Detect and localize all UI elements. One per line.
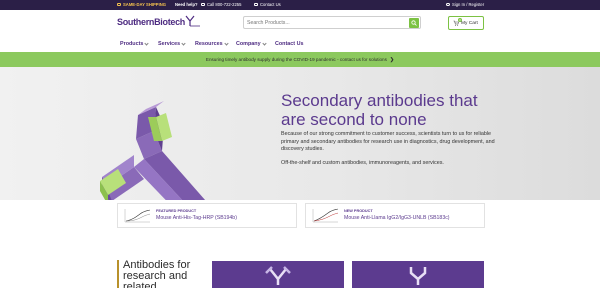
cart-count-badge: 0: [458, 18, 462, 22]
nav-products-label: Products: [120, 41, 144, 47]
section-title: Antibodies for research and related: [117, 260, 202, 288]
chevron-down-icon: [181, 40, 186, 46]
main-nav: Products Services Resources Company Cont…: [0, 38, 600, 52]
truck-icon: [117, 2, 121, 7]
phone-icon: [201, 2, 205, 7]
need-help-label: Need help?: [175, 2, 198, 7]
signin-label: Sign In / Register: [452, 2, 485, 7]
product-name: Mouse Anti-His-Tag-HRP (SB194b): [156, 215, 237, 221]
chevron-down-icon: [144, 40, 149, 46]
cart-label: My Cart: [461, 20, 478, 26]
category-tile[interactable]: [352, 261, 484, 288]
covid-banner[interactable]: Ensuring timely antibody supply during t…: [0, 52, 600, 67]
nav-contact-label: Contact Us: [275, 41, 304, 47]
hero-subtext: Off-the-shelf and custom antibodies, imm…: [281, 160, 444, 166]
antibody-illustration: [100, 101, 206, 200]
top-contact-link[interactable]: Contact Us: [254, 2, 281, 7]
banner-text: Ensuring timely antibody supply during t…: [205, 57, 387, 62]
search-icon: [411, 20, 417, 26]
antibody-icon: [409, 267, 427, 285]
category-tile[interactable]: [212, 261, 344, 288]
hero-title: Secondary antibodies that are second to …: [281, 91, 478, 129]
search-button[interactable]: [409, 18, 419, 28]
mail-icon: [254, 2, 258, 7]
logo[interactable]: SouthernBiotech: [117, 17, 185, 27]
cart-button[interactable]: 0 My Cart: [448, 16, 484, 30]
hero-body: Because of our strong commitment to cust…: [281, 131, 495, 153]
featured-product-card[interactable]: FEATURED PRODUCT Mouse Anti-His-Tag-HRP …: [117, 203, 297, 228]
nav-services-label: Services: [158, 41, 181, 47]
chevron-right-icon: ❯: [389, 56, 395, 63]
search-input[interactable]: [247, 18, 407, 28]
product-chart-thumbnail: [122, 207, 152, 225]
signin-link[interactable]: Sign In / Register: [446, 2, 484, 7]
nav-contact[interactable]: Contact Us: [275, 41, 303, 47]
nav-resources-label: Resources: [195, 41, 223, 47]
nav-resources[interactable]: Resources: [195, 40, 229, 47]
product-tag: NEW PRODUCT: [344, 209, 373, 213]
call-link[interactable]: Call 800-722-2255: [201, 2, 241, 7]
product-name: Mouse Anti-Llama IgG2/IgG3-UNLB (SB183c): [344, 215, 450, 221]
nav-company[interactable]: Company: [236, 40, 267, 47]
call-label: Call 800-722-2255: [207, 2, 242, 7]
same-day-shipping[interactable]: SAME-DAY SHIPPING: [117, 2, 166, 7]
chevron-down-icon: [223, 40, 229, 46]
chevron-down-icon: [261, 40, 267, 46]
nav-services[interactable]: Services: [158, 40, 186, 47]
top-utility-bar: SAME-DAY SHIPPING Need help? Call 800-72…: [0, 0, 600, 10]
top-contact-label: Contact Us: [260, 2, 281, 7]
search-box: [243, 16, 421, 29]
user-icon: [446, 2, 450, 7]
antibody-icon: [265, 266, 291, 285]
site-header: SouthernBiotech 0 My Cart: [0, 10, 600, 38]
hero-section: Secondary antibodies that are second to …: [0, 67, 600, 200]
nav-products[interactable]: Products: [120, 40, 149, 47]
antibody-logo-icon: [185, 15, 200, 27]
product-chart-thumbnail: [310, 207, 340, 225]
product-tag: FEATURED PRODUCT: [156, 209, 197, 213]
shipping-label: SAME-DAY SHIPPING: [123, 2, 167, 7]
nav-company-label: Company: [236, 41, 261, 47]
new-product-card[interactable]: NEW PRODUCT Mouse Anti-Llama IgG2/IgG3-U…: [305, 203, 485, 228]
